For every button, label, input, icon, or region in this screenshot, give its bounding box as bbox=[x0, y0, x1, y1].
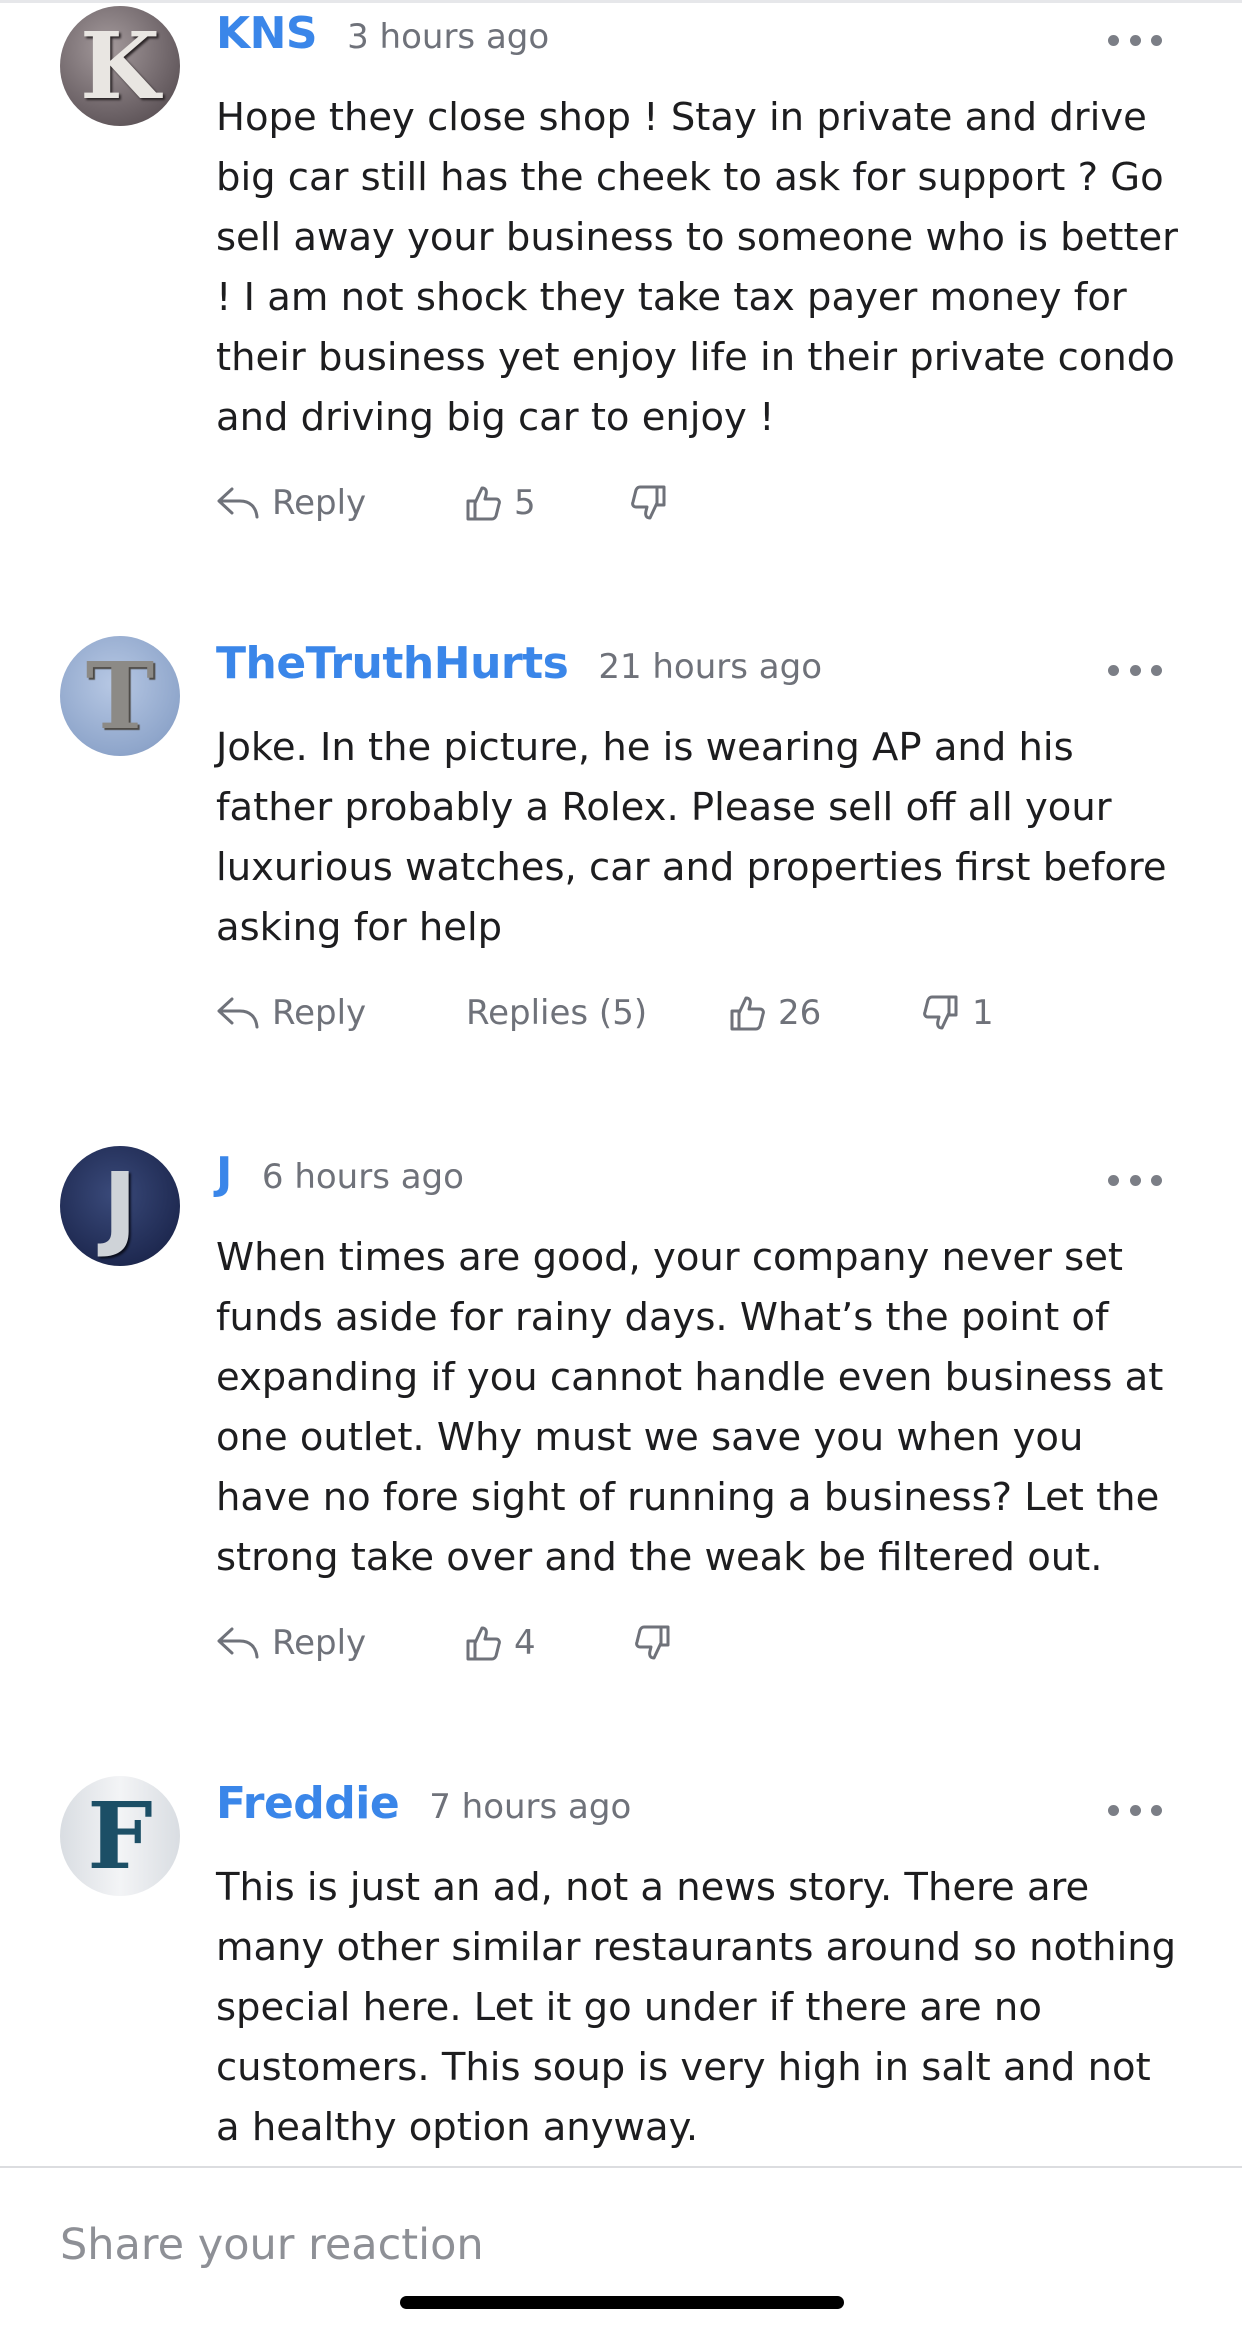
comments-page: K KNS 3 hours ago Hope they close shop !… bbox=[0, 0, 1242, 2335]
thumbs-up-icon bbox=[466, 486, 501, 521]
dislike-button[interactable] bbox=[634, 1618, 672, 1668]
composer-divider bbox=[0, 2166, 1242, 2168]
timestamp: 3 hours ago bbox=[347, 17, 550, 57]
home-indicator[interactable] bbox=[400, 2296, 844, 2309]
dislike-button[interactable] bbox=[630, 478, 668, 528]
dislike-button[interactable]: 1 bbox=[922, 988, 994, 1038]
more-options-icon[interactable] bbox=[1108, 662, 1162, 678]
author-name[interactable]: KNS bbox=[216, 8, 318, 59]
more-options-icon[interactable] bbox=[1108, 1802, 1162, 1818]
reply-button[interactable]: Reply bbox=[216, 478, 366, 528]
reply-icon bbox=[217, 997, 259, 1029]
reply-label: Reply bbox=[272, 483, 367, 523]
timestamp: 7 hours ago bbox=[429, 1787, 632, 1827]
comment-header: TheTruthHurts 21 hours ago bbox=[216, 638, 822, 689]
avatar[interactable]: T bbox=[60, 636, 180, 756]
reply-label: Reply bbox=[272, 993, 367, 1033]
like-button[interactable]: 4 bbox=[464, 1618, 536, 1668]
like-button[interactable]: 26 bbox=[728, 988, 821, 1038]
more-options-icon[interactable] bbox=[1108, 1172, 1162, 1188]
avatar-letter: F bbox=[87, 1782, 153, 1890]
avatar-letter: J bbox=[102, 1152, 138, 1260]
comment-header: J 6 hours ago bbox=[216, 1148, 464, 1199]
avatar-letter: T bbox=[85, 642, 155, 750]
avatar[interactable]: F bbox=[60, 1776, 180, 1896]
thumbs-down-icon bbox=[923, 995, 958, 1030]
timestamp: 6 hours ago bbox=[261, 1157, 464, 1197]
replies-label: Replies (5) bbox=[466, 993, 648, 1033]
avatar-letter: K bbox=[80, 12, 160, 120]
reaction-input[interactable] bbox=[60, 2210, 1180, 2280]
reply-button[interactable]: Reply bbox=[216, 988, 366, 1038]
comment-text: This is just an ad, not a news story. Th… bbox=[216, 1865, 1177, 2150]
reply-icon bbox=[217, 1627, 259, 1659]
avatar[interactable]: K bbox=[60, 6, 180, 126]
reply-button[interactable]: Reply bbox=[216, 1618, 366, 1668]
like-count: 4 bbox=[514, 1623, 536, 1663]
comment-header: KNS 3 hours ago bbox=[216, 8, 549, 59]
reply-icon bbox=[217, 487, 259, 519]
author-name[interactable]: J bbox=[216, 1148, 232, 1199]
author-name[interactable]: TheTruthHurts bbox=[216, 638, 569, 689]
author-name[interactable]: Freddie bbox=[216, 1778, 400, 1829]
timestamp: 21 hours ago bbox=[598, 647, 823, 687]
thumbs-down-icon bbox=[635, 1625, 670, 1660]
avatar[interactable]: J bbox=[60, 1146, 180, 1266]
thumbs-down-icon bbox=[631, 485, 666, 520]
reply-label: Reply bbox=[272, 1623, 367, 1663]
dislike-count: 1 bbox=[972, 993, 994, 1033]
comment-text: Joke. In the picture, he is wearing AP a… bbox=[216, 725, 1167, 950]
view-replies-button[interactable]: Replies (5) bbox=[466, 988, 647, 1038]
comment-text: When times are good, your company never … bbox=[216, 1235, 1164, 1580]
like-count: 26 bbox=[778, 993, 822, 1033]
thumbs-up-icon bbox=[466, 1626, 501, 1661]
comment-header: Freddie 7 hours ago bbox=[216, 1778, 631, 1829]
like-button[interactable]: 5 bbox=[464, 478, 536, 528]
thumbs-up-icon bbox=[730, 996, 765, 1031]
comment-text: Hope they close shop ! Stay in private a… bbox=[216, 95, 1178, 440]
more-options-icon[interactable] bbox=[1108, 32, 1162, 48]
top-divider bbox=[0, 0, 1242, 3]
like-count: 5 bbox=[514, 483, 536, 523]
